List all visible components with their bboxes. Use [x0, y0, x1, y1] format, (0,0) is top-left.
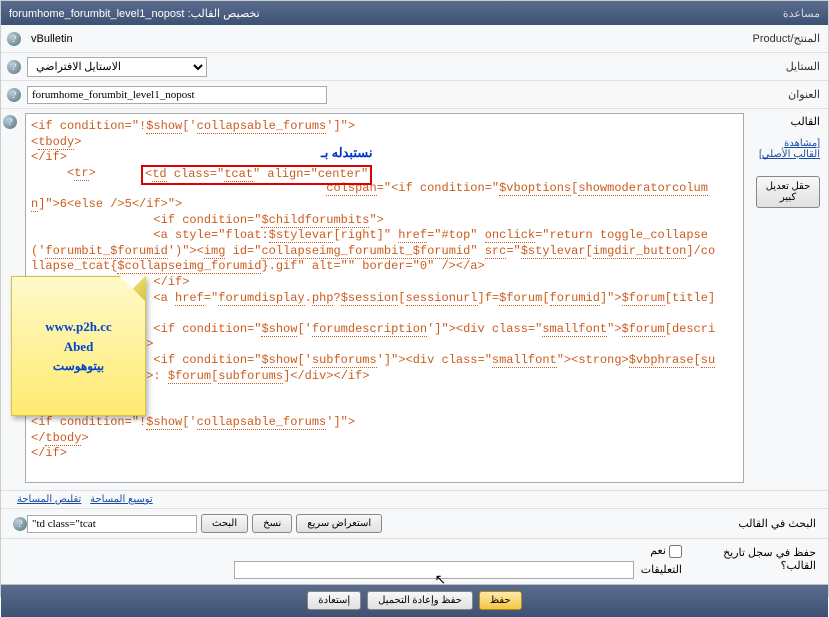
copy-button[interactable]: نسخ — [252, 514, 292, 533]
search-button[interactable]: البحث — [201, 514, 248, 533]
save-reload-button[interactable]: حفظ وإعادة التحميل — [367, 591, 473, 610]
title-label: العنوان — [748, 84, 828, 105]
yes-label: نعم — [650, 545, 666, 557]
history-label: حفظ في سجل تاريخ القالب؟ — [682, 544, 822, 574]
sticky-line-3: بيتوهوست — [53, 359, 104, 374]
footer-bar: حفظ حفظ وإعادة التحميل إستعادة — [1, 585, 828, 617]
resize-links: توسيع المساحة تقليص المساحة — [1, 491, 828, 509]
title-input[interactable] — [27, 86, 327, 104]
shrink-link[interactable]: تقليص المساحة — [17, 494, 81, 505]
help-link[interactable]: مساعدة — [783, 7, 820, 20]
style-label: الستايل — [748, 56, 828, 77]
window-title: تخصيص القالب: forumhome_forumbit_level1_… — [9, 7, 260, 20]
help-icon[interactable]: ? — [7, 32, 21, 46]
comments-label: التعليقات — [641, 564, 682, 576]
template-label: القالب — [791, 116, 820, 128]
view-original-link[interactable]: [مشاهدة القالب الأصلي] — [756, 138, 820, 160]
title-row: العنوان ? — [1, 81, 828, 109]
comments-input[interactable] — [234, 561, 634, 579]
restore-button[interactable]: إستعادة — [307, 591, 361, 610]
product-label: المنتج/Product — [748, 28, 828, 49]
quick-preview-button[interactable]: استعراض سريع — [296, 514, 382, 533]
help-icon[interactable]: ? — [7, 88, 21, 102]
help-icon[interactable]: ? — [3, 115, 17, 129]
window-header: مساعدة تخصيص القالب: forumhome_forumbit_… — [1, 1, 828, 25]
search-row: البحث في القالب البحث نسخ استعراض سريع ? — [1, 509, 828, 539]
help-icon[interactable]: ? — [13, 517, 27, 531]
big-edit-button[interactable]: حقل تعديل كبير — [756, 176, 820, 208]
save-button[interactable]: حفظ — [479, 591, 522, 610]
expand-link[interactable]: توسيع المساحة — [90, 494, 153, 505]
product-row: المنتج/Product vBulletin ? — [1, 25, 828, 53]
product-value: vBulletin — [27, 31, 77, 47]
history-checkbox[interactable] — [669, 545, 682, 558]
sticky-line-2: Abed — [64, 339, 94, 355]
style-row: الستايل الاستايل الافتراضي ? — [1, 53, 828, 81]
style-select[interactable]: الاستايل الافتراضي — [27, 57, 207, 77]
help-icon[interactable]: ? — [7, 60, 21, 74]
sticky-note: www.p2h.cc Abed بيتوهوست — [11, 276, 146, 416]
history-row: حفظ في سجل تاريخ القالب؟ نعم التعليقات — [1, 539, 828, 585]
sticky-line-1: www.p2h.cc — [45, 319, 111, 335]
search-label: البحث في القالب — [712, 517, 822, 530]
search-input[interactable] — [27, 515, 197, 533]
